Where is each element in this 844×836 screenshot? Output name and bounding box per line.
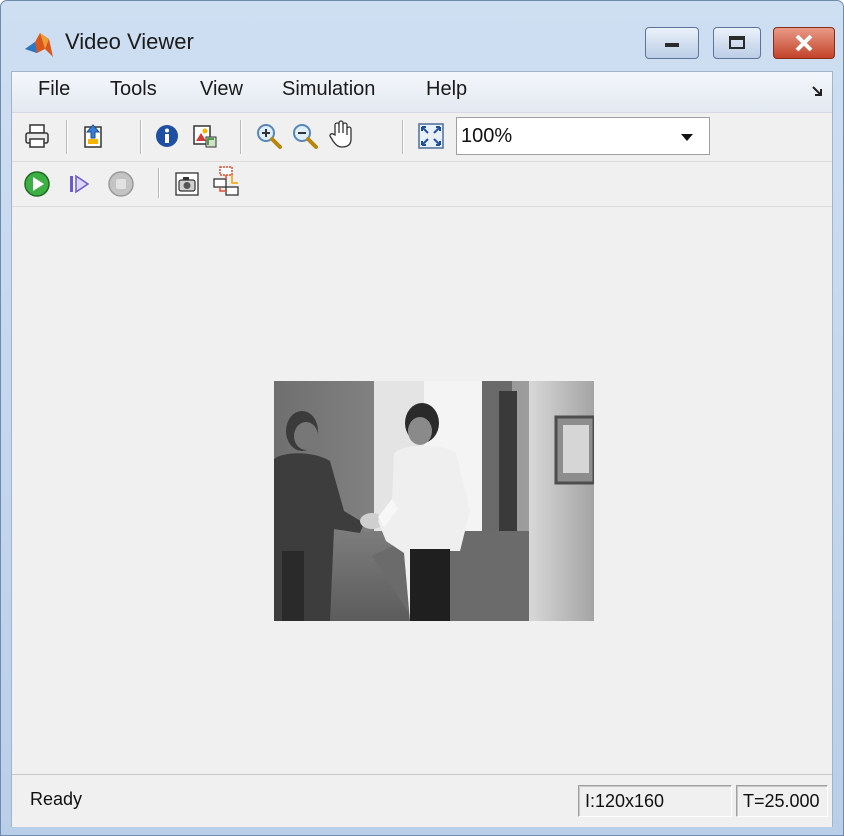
play-button[interactable] (22, 169, 52, 199)
menu-file[interactable]: File (38, 78, 70, 101)
zoom-level-select[interactable]: 100% (456, 117, 710, 155)
menu-bar: File Tools View Simulation Help (12, 72, 832, 113)
toolbar-separator (158, 168, 160, 198)
fit-to-view-icon (418, 123, 444, 149)
zoom-out-icon (293, 124, 318, 149)
open-file-icon (84, 124, 102, 148)
main-toolbar: 100% (12, 113, 832, 162)
dropdown-arrow-icon (681, 134, 693, 141)
menu-simulation[interactable]: Simulation (282, 78, 375, 101)
zoom-in-button[interactable] (254, 121, 284, 151)
toolbar-separator (402, 120, 404, 154)
undock-arrow-icon[interactable] (812, 85, 824, 97)
video-viewer-window: Video Viewer File Tools View Simulation … (0, 0, 844, 836)
minimize-icon (665, 43, 679, 47)
stop-icon (108, 171, 134, 197)
matlab-logo-icon (25, 33, 53, 57)
close-icon (795, 34, 813, 52)
image-size-field: I:120x160 (578, 785, 732, 817)
menu-view[interactable]: View (200, 78, 243, 101)
step-forward-button[interactable] (64, 169, 94, 199)
pan-hand-icon (329, 120, 352, 148)
zoom-level-value: 100% (461, 125, 513, 147)
simulation-toolbar (12, 162, 832, 207)
toolbar-separator (140, 120, 142, 154)
maximize-button[interactable] (713, 27, 761, 59)
minimize-button[interactable] (645, 27, 699, 59)
highlight-simulink-signal-icon (213, 166, 239, 196)
title-bar[interactable]: Video Viewer (1, 1, 843, 79)
menu-tools[interactable]: Tools (110, 78, 157, 101)
stop-button[interactable] (106, 169, 136, 199)
window-title: Video Viewer (65, 29, 194, 54)
fit-to-view-button[interactable] (416, 121, 446, 151)
toolbar-separator (66, 120, 68, 154)
status-text: Ready (30, 789, 83, 809)
toolbar-separator (240, 120, 242, 154)
video-frame (274, 381, 594, 621)
snapshot-camera-icon (175, 172, 199, 196)
export-image-button[interactable] (190, 121, 220, 151)
print-button[interactable] (22, 121, 52, 151)
status-bar: Ready I:120x160 T=25.000 (12, 774, 832, 827)
step-forward-icon (70, 174, 90, 194)
close-button[interactable] (773, 27, 835, 59)
zoom-out-button[interactable] (290, 121, 320, 151)
export-image-icon (193, 125, 217, 148)
video-display-area (12, 207, 832, 773)
simulation-time-field: T=25.000 (736, 785, 828, 817)
info-button[interactable] (152, 121, 182, 151)
maximize-icon (729, 36, 745, 49)
client-area: File Tools View Simulation Help 100% Rea… (11, 71, 833, 827)
zoom-in-icon (257, 124, 282, 149)
open-file-button[interactable] (78, 121, 108, 151)
info-icon (156, 125, 178, 147)
play-icon (24, 171, 50, 197)
print-icon (25, 124, 49, 148)
highlight-signal-button[interactable] (212, 166, 242, 196)
menu-help[interactable]: Help (426, 78, 467, 101)
pan-button[interactable] (326, 119, 356, 149)
snapshot-button[interactable] (172, 169, 202, 199)
